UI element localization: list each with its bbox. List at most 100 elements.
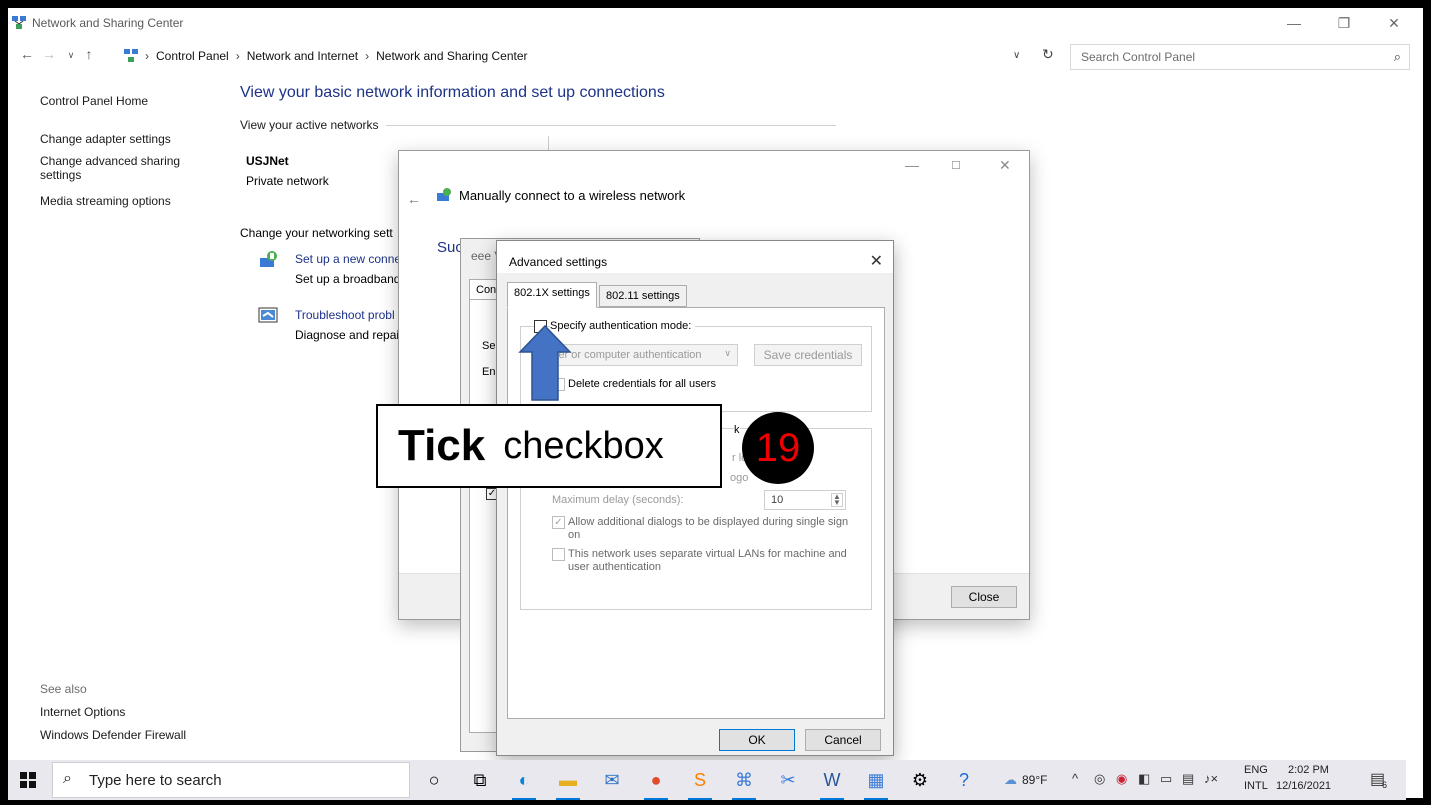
search-icon: ⌕ bbox=[63, 770, 72, 787]
breadcrumb-network-internet[interactable]: Network and Internet bbox=[247, 49, 358, 63]
encryption-type-label: En bbox=[482, 366, 496, 378]
control-panel-home-link[interactable]: Control Panel Home bbox=[40, 94, 148, 108]
cancel-button[interactable]: Cancel bbox=[805, 729, 881, 751]
edge-icon[interactable]: ◐ bbox=[510, 766, 538, 800]
save-credentials-button[interactable]: Save credentials bbox=[754, 344, 862, 366]
taskbar-search-input[interactable]: ⌕ Type here to search bbox=[52, 762, 410, 798]
taskbar-search-placeholder: Type here to search bbox=[89, 771, 222, 789]
up-arrow-icon[interactable]: ↑ bbox=[80, 46, 98, 62]
control-panel-taskbar-icon[interactable]: ▦ bbox=[862, 766, 890, 800]
breadcrumb-control-panel[interactable]: Control Panel bbox=[156, 49, 229, 63]
taskbar: ⌕ Type here to search ○ ⧉ ◐ ▬ ✉ ● S ⌘ ✂ … bbox=[0, 752, 1431, 805]
spinner-arrows-icon[interactable]: ▲ ▼ bbox=[831, 493, 843, 507]
back-arrow-icon[interactable]: ← bbox=[407, 191, 421, 207]
mail-icon[interactable]: ✉ bbox=[598, 766, 626, 794]
instruction-object: checkbox bbox=[503, 424, 664, 467]
display-icon[interactable]: ◧ bbox=[1138, 771, 1150, 787]
task-view-icon[interactable]: ⧉ bbox=[466, 766, 494, 794]
help-icon[interactable]: ? bbox=[950, 766, 978, 794]
page-title: View your basic network information and … bbox=[240, 84, 665, 101]
windows-start-icon[interactable] bbox=[20, 772, 36, 788]
network-center-icon bbox=[12, 16, 26, 29]
snipping-icon[interactable]: ✂ bbox=[774, 766, 802, 794]
weather-temp[interactable]: 89°F bbox=[1022, 773, 1047, 787]
max-delay-value: 10 bbox=[771, 494, 784, 506]
see-also-heading: See also bbox=[40, 682, 87, 696]
success-text: Suc bbox=[437, 239, 463, 256]
network-tray-icon[interactable]: ▤ bbox=[1182, 771, 1194, 787]
clock-time[interactable]: 2:02 PM bbox=[1288, 764, 1329, 776]
cortana-icon[interactable]: ○ bbox=[420, 766, 448, 794]
chevron-right-icon: › bbox=[365, 49, 370, 63]
delete-credentials-label: Delete credentials for all users bbox=[568, 378, 716, 390]
chevron-up-icon[interactable]: ^ bbox=[1072, 771, 1078, 786]
network-type: Private network bbox=[246, 174, 329, 188]
word-icon[interactable]: W bbox=[818, 766, 846, 800]
change-advanced-sharing-link[interactable]: Change advanced sharing settings bbox=[40, 154, 190, 182]
setup-connection-link[interactable]: Set up a new conne bbox=[295, 252, 401, 266]
step-number-badge: 19 bbox=[742, 412, 814, 484]
tab-80211-settings[interactable]: 802.11 settings bbox=[599, 285, 687, 307]
control-panel-icon bbox=[124, 49, 138, 62]
close-icon[interactable]: ✕ bbox=[870, 251, 883, 271]
breadcrumb-network-sharing[interactable]: Network and Sharing Center bbox=[376, 49, 527, 63]
meet-now-icon[interactable]: ◎ bbox=[1094, 771, 1105, 787]
battery-icon[interactable]: ▭ bbox=[1160, 771, 1172, 787]
chrome-icon[interactable]: ● bbox=[642, 766, 670, 800]
title-bar: Network and Sharing Center bbox=[8, 8, 1423, 38]
language-top[interactable]: ENG bbox=[1244, 764, 1268, 776]
internet-options-link[interactable]: Internet Options bbox=[40, 705, 125, 719]
close-dialog-button[interactable]: Close bbox=[951, 586, 1017, 608]
network-app-icon[interactable]: ⌘ bbox=[730, 766, 758, 800]
dialog-close-icon[interactable]: ✕ bbox=[999, 157, 1011, 174]
volume-icon[interactable]: ♪× bbox=[1204, 771, 1218, 786]
minimize-button[interactable]: — bbox=[1274, 8, 1314, 38]
allow-dialogs-checkbox[interactable]: ✓ bbox=[552, 516, 565, 529]
refresh-icon[interactable]: ↻ bbox=[1042, 46, 1054, 63]
auth-mode-group bbox=[520, 326, 872, 412]
advanced-settings-dialog: Advanced settings ✕ 802.1X settings 802.… bbox=[496, 240, 894, 756]
address-bar[interactable]: › Control Panel › Network and Internet ›… bbox=[120, 44, 1036, 68]
new-connection-icon bbox=[260, 251, 277, 267]
address-row: ← → ∨ ↑ › Control Panel › Network and In… bbox=[8, 40, 1423, 70]
separate-vlans-checkbox[interactable] bbox=[552, 548, 565, 561]
network-name: USJNet bbox=[246, 154, 289, 168]
allow-dialogs-label: Allow additional dialogs to be displayed… bbox=[568, 516, 849, 541]
chevron-right-icon: › bbox=[145, 49, 149, 63]
forward-arrow-icon[interactable]: → bbox=[40, 46, 58, 62]
weather-icon[interactable]: ☁ bbox=[1004, 772, 1017, 788]
search-control-panel-input[interactable]: Search Control Panel ⌕ bbox=[1070, 44, 1410, 70]
chevron-right-icon: › bbox=[235, 49, 240, 63]
close-button[interactable]: ✕ bbox=[1374, 8, 1414, 38]
back-arrow-icon[interactable]: ← bbox=[18, 46, 36, 62]
file-explorer-icon[interactable]: ▬ bbox=[554, 766, 582, 800]
sublime-icon[interactable]: S bbox=[686, 766, 714, 800]
restore-button[interactable]: ❐ bbox=[1324, 8, 1364, 38]
troubleshoot-desc: Diagnose and repai bbox=[295, 328, 400, 342]
ok-button[interactable]: OK bbox=[719, 729, 795, 751]
troubleshoot-link[interactable]: Troubleshoot probl bbox=[295, 308, 395, 322]
dialog-minimize-icon[interactable]: — bbox=[905, 157, 919, 173]
max-delay-spinner[interactable]: 10 ▲ ▼ bbox=[764, 490, 846, 510]
address-dropdown-icon[interactable]: ∨ bbox=[1013, 50, 1020, 61]
search-placeholder: Search Control Panel bbox=[1081, 50, 1196, 64]
tab-8021x-settings[interactable]: 802.1X settings bbox=[507, 282, 597, 308]
security-icon[interactable]: ◉ bbox=[1116, 771, 1127, 787]
dialog-header: Manually connect to a wireless network bbox=[435, 187, 685, 203]
dialog-maximize-icon[interactable]: ☐ bbox=[951, 159, 961, 172]
sso-option-fragment-2: ogo bbox=[730, 472, 749, 484]
windows-firewall-link[interactable]: Windows Defender Firewall bbox=[40, 728, 186, 742]
advanced-title: Advanced settings bbox=[509, 255, 608, 269]
settings-gear-icon[interactable]: ⚙ bbox=[906, 766, 934, 794]
recent-dropdown-icon[interactable]: ∨ bbox=[62, 50, 80, 61]
separate-vlans-label: This network uses separate virtual LANs … bbox=[568, 548, 847, 573]
active-networks-header: View your active networks bbox=[240, 118, 379, 132]
language-bottom[interactable]: INTL bbox=[1244, 780, 1268, 792]
media-streaming-link[interactable]: Media streaming options bbox=[40, 194, 210, 208]
taskbar-inner: ⌕ Type here to search ○ ⧉ ◐ ▬ ✉ ● S ⌘ ✂ … bbox=[8, 760, 1406, 800]
clock-date[interactable]: 12/16/2021 bbox=[1276, 780, 1331, 792]
change-adapter-settings-link[interactable]: Change adapter settings bbox=[40, 132, 210, 146]
change-settings-header: Change your networking sett bbox=[240, 226, 393, 240]
network-sharing-center-window: Network and Sharing Center — ❐ ✕ ← → ∨ ↑… bbox=[8, 8, 1423, 798]
search-icon[interactable]: ⌕ bbox=[1394, 49, 1401, 65]
